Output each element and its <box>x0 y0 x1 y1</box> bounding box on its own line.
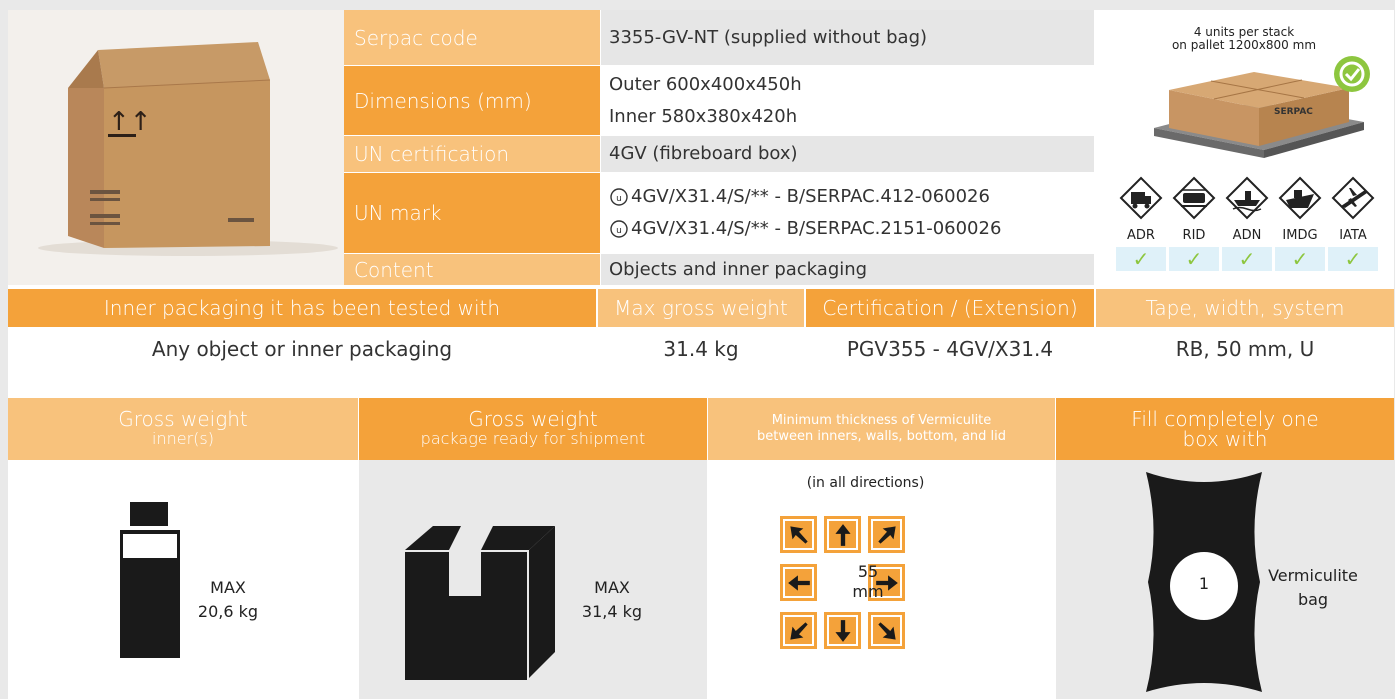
inner-max-weight: MAX 20,6 kg <box>197 578 259 621</box>
pallet-stack-illustration: SERPAC <box>1154 56 1370 158</box>
mode-adn: ADN ✓ <box>1222 176 1272 271</box>
gross-weight-package-panel: MAX 31,4 kg <box>359 460 707 699</box>
gross-weight-inner-panel: MAX 20,6 kg <box>8 460 358 699</box>
un-cert-label: UN certification <box>344 136 600 172</box>
arrow-down-left-icon <box>780 612 817 649</box>
spec-row-serpac-code: Serpac code 3355-GV-NT (supplied without… <box>344 10 1094 65</box>
train-hazard-icon <box>1172 176 1216 220</box>
un-mark-line-2: u 4GV/X31.4/S/** - B/SERPAC.2151-060026 <box>609 213 1094 245</box>
box-brand-text: SERPAC <box>1274 107 1313 117</box>
spec-row-dimensions: Dimensions (mm) Outer 600x400x450h Inner… <box>344 66 1094 135</box>
certification-header: Certification / (Extension) <box>806 289 1094 327</box>
max-gross-value: 31.4 kg <box>663 337 739 361</box>
svg-text:u: u <box>616 226 622 236</box>
check-icon: ✓ <box>1328 247 1378 271</box>
mode-iata: IATA ✓ <box>1328 176 1378 271</box>
bag-count: 1 <box>1198 574 1210 593</box>
svg-text:u: u <box>616 194 622 204</box>
ship-hazard-icon <box>1278 176 1322 220</box>
inner-packaging-value: Any object or inner packaging <box>151 337 453 361</box>
check-icon: ✓ <box>1116 247 1166 271</box>
gross-weight-inner-header: Gross weight inner(s) <box>8 398 358 460</box>
fill-box-panel: 1 Vermiculite bag <box>1056 460 1394 699</box>
arrow-left-icon <box>780 564 817 601</box>
spec-row-un-certification: UN certification 4GV (fibreboard box) <box>344 136 1094 172</box>
dimensions-label: Dimensions (mm) <box>344 66 600 135</box>
all-directions-text: (in all directions) <box>806 475 925 491</box>
spec-row-un-mark: UN mark u 4GV/X31.4/S/** - B/SERPAC.412-… <box>344 173 1094 253</box>
gross-weight-package-header: Gross weight package ready for shipment <box>359 398 707 460</box>
certification-value: PGV355 - 4GV/X31.4 <box>846 337 1054 361</box>
tape-header: Tape, width, system <box>1096 289 1394 327</box>
mode-imdg: IMDG ✓ <box>1275 176 1325 271</box>
package-icon <box>405 526 555 680</box>
arrow-down-right-icon <box>868 612 905 649</box>
cardboard-box-image: ↑↑ <box>8 10 344 285</box>
arrow-up-right-icon <box>868 516 905 553</box>
arrow-up-left-icon <box>780 516 817 553</box>
inner-dimensions: Inner 580x380x420h <box>609 105 798 127</box>
serpac-code-value: 3355-GV-NT (supplied without bag) <box>601 10 1094 65</box>
un-mark-value: u 4GV/X31.4/S/** - B/SERPAC.412-060026 u… <box>601 173 1094 253</box>
tape-value: RB, 50 mm, U <box>1175 337 1315 361</box>
content-label: Content <box>344 254 600 285</box>
barge-hazard-icon <box>1225 176 1269 220</box>
mode-adr: ADR ✓ <box>1116 176 1166 271</box>
check-icon: ✓ <box>1275 247 1325 271</box>
mode-rid: RID ✓ <box>1169 176 1219 271</box>
un-symbol-icon: u <box>610 220 628 238</box>
arrow-down-icon <box>824 612 861 649</box>
un-symbol-icon: u <box>610 188 628 206</box>
plane-hazard-icon <box>1331 176 1375 220</box>
product-photo: ↑↑ <box>8 10 344 285</box>
un-mark-line-1: u 4GV/X31.4/S/** - B/SERPAC.412-060026 <box>609 181 1094 213</box>
transport-modes: ADR ✓ RID ✓ ADN ✓ IMDG ✓ IATA ✓ <box>1116 176 1378 271</box>
stacking-caption: 4 units per stack on pallet 1200x800 mm <box>1171 25 1317 52</box>
serpac-code-label: Serpac code <box>344 10 600 65</box>
vermiculite-thickness-header: Minimum thickness of Vermiculite between… <box>708 398 1055 460</box>
max-gross-header: Max gross weight <box>598 289 804 327</box>
check-icon: ✓ <box>1169 247 1219 271</box>
check-icon: ✓ <box>1222 247 1272 271</box>
un-cert-value: 4GV (fibreboard box) <box>601 136 1094 172</box>
arrow-up-icon <box>824 516 861 553</box>
stacking-info: 4 units per stack on pallet 1200x800 mm … <box>1094 10 1394 285</box>
bottle-icon <box>120 502 180 658</box>
dimensions-value: Outer 600x400x450h Inner 580x380x420h <box>601 66 1094 135</box>
product-sheet: ↑↑ Serpac code 3355-GV-NT (supplied with… <box>8 10 1394 699</box>
fill-box-header: Fill completely one box with <box>1056 398 1394 460</box>
inner-packaging-header: Inner packaging it has been tested with <box>8 289 596 327</box>
outer-dimensions: Outer 600x400x450h <box>609 73 802 95</box>
vermiculite-thickness: 55 mm <box>852 562 884 601</box>
svg-text:↑↑: ↑↑ <box>108 107 152 137</box>
content-value: Objects and inner packaging <box>601 254 1094 285</box>
truck-hazard-icon <box>1119 176 1163 220</box>
spec-row-content: Content Objects and inner packaging <box>344 254 1094 285</box>
vermiculite-bag-label: Vermiculite bag <box>1268 566 1358 609</box>
un-mark-label: UN mark <box>344 173 600 253</box>
package-max-weight: MAX 31,4 kg <box>581 578 643 621</box>
